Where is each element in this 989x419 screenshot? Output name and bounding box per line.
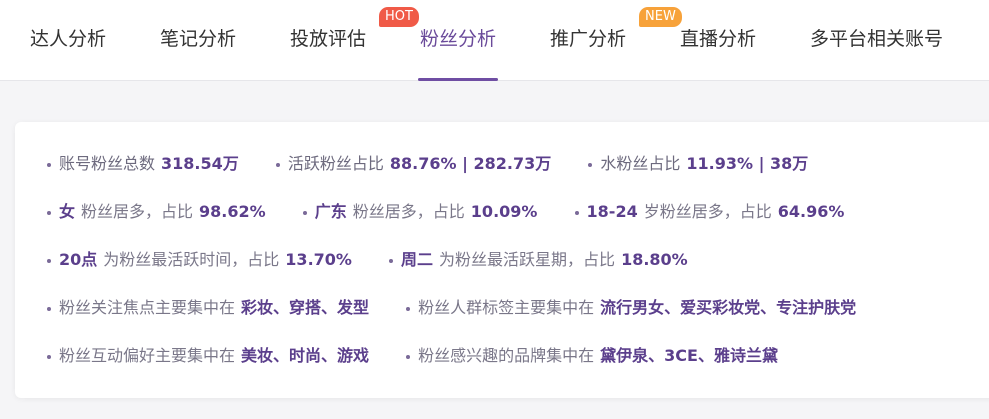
summary-row-demographics: 女粉丝居多，占比 98.62% 广东 粉丝居多，占比 10.09% 18-24 岁粉丝居… bbox=[47, 199, 876, 225]
label: 粉丝互动偏好主要集中在 bbox=[59, 346, 236, 365]
label: 账号粉丝总数 bbox=[59, 154, 156, 173]
active-tab-indicator bbox=[418, 78, 499, 81]
bullet-dot bbox=[47, 162, 51, 167]
tab-influencer-analysis[interactable]: 达人分析 bbox=[30, 0, 106, 80]
value: 女 bbox=[59, 202, 76, 221]
bullet-dot bbox=[275, 162, 280, 167]
value: 周二 bbox=[401, 250, 434, 269]
value: 11.93% | 38万 bbox=[686, 154, 809, 173]
bullet-dot bbox=[389, 258, 394, 263]
label: 活跃粉丝占比 bbox=[287, 154, 384, 173]
tab-label: 直播分析 bbox=[680, 28, 757, 50]
value: 318.54万 bbox=[161, 154, 239, 173]
value: 88.76% | 282.73万 bbox=[389, 154, 552, 173]
tab-live-analysis[interactable]: 直播分析 bbox=[680, 0, 756, 80]
hot-badge: HOT bbox=[379, 7, 419, 27]
value: 18.80% bbox=[621, 250, 688, 269]
focus-stat: 粉丝关注焦点主要集中在 彩妆、穿搭、发型 bbox=[47, 295, 375, 321]
bullet-dot bbox=[406, 354, 411, 359]
tab-fan-analysis[interactable]: 粉丝分析 bbox=[418, 0, 499, 81]
total-fans: 账号粉丝总数 318.54万 bbox=[47, 151, 245, 177]
active-hour-stat: 20点 为粉丝最活跃时间，占比 13.70% bbox=[47, 247, 358, 273]
tab-label: 推广分析 bbox=[550, 28, 627, 50]
preference-stat: 粉丝互动偏好主要集中在 美妆、时尚、游戏 bbox=[47, 343, 375, 369]
tab-multi-platform-accounts[interactable]: 多平台相关账号 bbox=[810, 0, 943, 80]
tab-delivery-evaluation[interactable]: 投放评估 bbox=[290, 0, 366, 80]
label: 为粉丝最活跃星期，占比 bbox=[439, 250, 616, 269]
value: 98.62% bbox=[199, 202, 266, 221]
tab-promotion-analysis[interactable]: 推广分析 bbox=[550, 0, 626, 80]
bullet-dot bbox=[47, 306, 51, 311]
new-badge: NEW bbox=[639, 7, 682, 27]
summary-row-fans: 账号粉丝总数 318.54万 活跃粉丝占比 88.76% | 282.73万 水粉丝… bbox=[47, 151, 840, 177]
label: 为粉丝最活跃时间，占比 bbox=[103, 250, 280, 269]
bullet-dot bbox=[406, 306, 411, 311]
label: 粉丝居多，占比 bbox=[81, 202, 194, 221]
summary-row-interests: 粉丝关注焦点主要集中在 彩妆、穿搭、发型 粉丝人群标签主要集中在 流行男女、爱买彩妆… bbox=[47, 295, 888, 321]
value: 广东 bbox=[314, 202, 347, 221]
label: 粉丝关注焦点主要集中在 bbox=[59, 298, 236, 317]
brand-stat: 粉丝感兴趣的品牌集中在 黛伊泉、3CE、雅诗兰黛 bbox=[406, 343, 784, 369]
label: 粉丝人群标签主要集中在 bbox=[418, 298, 595, 317]
label: 水粉丝占比 bbox=[600, 154, 681, 173]
age-stat: 18-24 岁粉丝居多，占比 64.96% bbox=[574, 199, 851, 225]
gender-stat: 女粉丝居多，占比 98.62% bbox=[47, 199, 272, 225]
value: 13.70% bbox=[285, 250, 352, 269]
bullet-dot bbox=[47, 354, 51, 359]
bullet-dot bbox=[302, 210, 307, 215]
fan-summary-card: 账号粉丝总数 318.54万 活跃粉丝占比 88.76% | 282.73万 水粉丝… bbox=[15, 122, 989, 398]
tab-label: 多平台相关账号 bbox=[810, 28, 944, 50]
value: 流行男女、爱买彩妆党、专注护肤党 bbox=[600, 298, 857, 317]
value: 彩妆、穿搭、发型 bbox=[241, 298, 370, 317]
summary-row-activity: 20点 为粉丝最活跃时间，占比 13.70% 周二 为粉丝最活跃星期，占比 18.80% bbox=[47, 247, 720, 273]
tab-label: 投放评估 bbox=[290, 28, 367, 50]
value: 20点 bbox=[59, 250, 98, 269]
label: 粉丝居多，占比 bbox=[352, 202, 465, 221]
bullet-dot bbox=[47, 210, 51, 215]
label: 岁粉丝居多，占比 bbox=[643, 202, 772, 221]
bullet-dot bbox=[588, 162, 593, 167]
bullet-dot bbox=[574, 210, 579, 215]
region-stat: 广东 粉丝居多，占比 10.09% bbox=[302, 199, 544, 225]
tab-bar: 达人分析 笔记分析 投放评估 HOT 粉丝分析 推广分析 NEW 直播分析 多平… bbox=[0, 0, 989, 81]
summary-row-preferences: 粉丝互动偏好主要集中在 美妆、时尚、游戏 粉丝感兴趣的品牌集中在 黛伊泉、3CE、雅… bbox=[47, 343, 810, 369]
tag-stat: 粉丝人群标签主要集中在 流行男女、爱买彩妆党、专注护肤党 bbox=[406, 295, 862, 321]
water-fans: 水粉丝占比 11.93% | 38万 bbox=[588, 151, 814, 177]
value: 18-24 bbox=[586, 202, 638, 221]
label: 粉丝感兴趣的品牌集中在 bbox=[418, 346, 595, 365]
value: 64.96% bbox=[777, 202, 845, 221]
value: 美妆、时尚、游戏 bbox=[241, 346, 370, 365]
active-fans: 活跃粉丝占比 88.76% | 282.73万 bbox=[275, 151, 557, 177]
tab-label: 粉丝分析 bbox=[420, 28, 497, 50]
tab-label: 达人分析 bbox=[30, 28, 107, 50]
value: 10.09% bbox=[470, 202, 538, 221]
tab-note-analysis[interactable]: 笔记分析 bbox=[160, 0, 236, 80]
bullet-dot bbox=[47, 258, 51, 263]
tab-label: 笔记分析 bbox=[160, 28, 237, 50]
value: 黛伊泉、3CE、雅诗兰黛 bbox=[600, 346, 778, 365]
active-day-stat: 周二 为粉丝最活跃星期，占比 18.80% bbox=[389, 247, 694, 273]
